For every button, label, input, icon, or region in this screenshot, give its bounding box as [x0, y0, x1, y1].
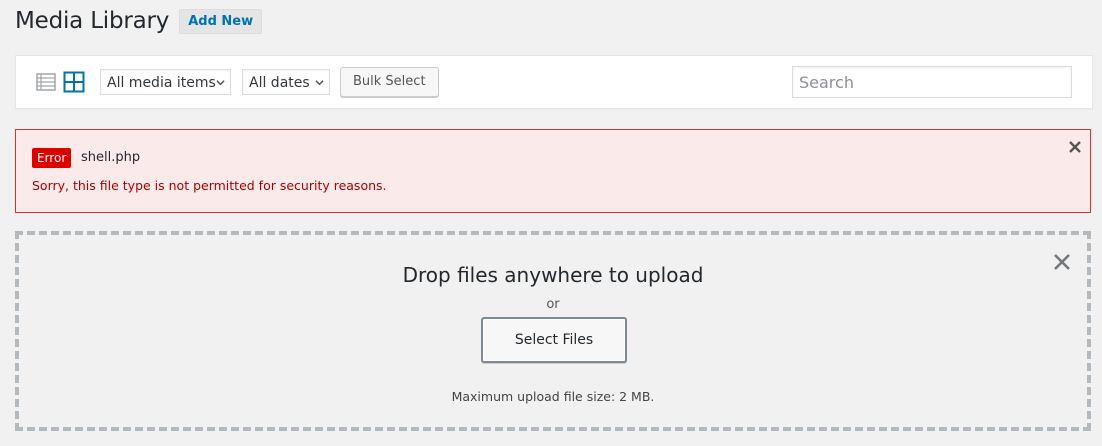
grid-view-icon[interactable] [63, 71, 85, 93]
dropzone-title: Drop files anywhere to upload [402, 263, 704, 287]
close-icon[interactable] [1053, 253, 1071, 271]
upload-error-notice: Error shell.php Sorry, this file type is… [15, 129, 1091, 213]
chevron-down-icon [315, 80, 324, 86]
error-message: Sorry, this file type is not permitted f… [32, 178, 387, 193]
add-new-button[interactable]: Add New [179, 8, 263, 34]
media-type-filter[interactable]: All media items [100, 69, 231, 95]
list-view-icon[interactable] [36, 72, 56, 92]
max-upload-size-text: Maximum upload file size: 2 MB. [451, 389, 655, 404]
page-title: Media Library [15, 8, 170, 34]
upload-dropzone[interactable]: Drop files anywhere to upload or Select … [15, 231, 1091, 431]
dropzone-or-text: or [546, 297, 560, 312]
error-badge: Error [32, 148, 72, 168]
bulk-select-button[interactable]: Bulk Select [340, 67, 439, 97]
select-files-button[interactable]: Select Files [481, 317, 627, 363]
close-icon[interactable] [1068, 140, 1082, 154]
chevron-down-icon [216, 80, 225, 86]
search-input[interactable] [792, 66, 1072, 98]
date-filter-value: All dates [249, 75, 310, 91]
media-toolbar: All media items All dates Bulk Select [15, 55, 1093, 109]
error-filename: shell.php [81, 150, 141, 165]
date-filter[interactable]: All dates [242, 69, 330, 95]
media-type-filter-value: All media items [107, 75, 216, 91]
page-header: Media Library Add New [15, 6, 263, 36]
